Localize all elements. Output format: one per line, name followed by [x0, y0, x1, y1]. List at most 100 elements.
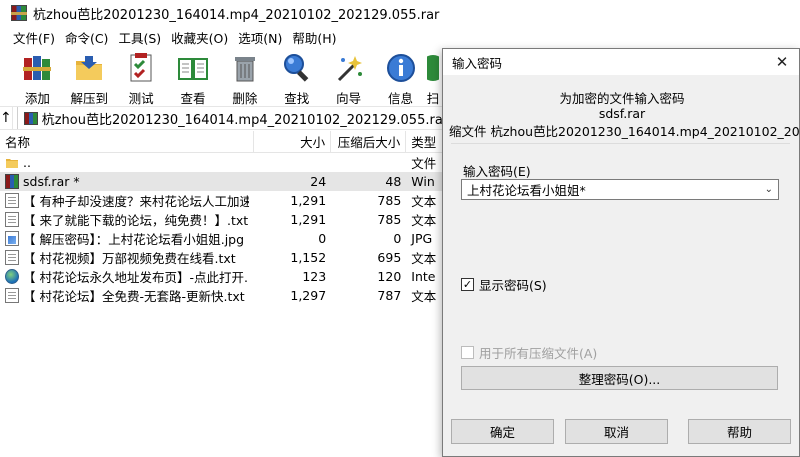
- delete-trash-icon: [228, 52, 262, 84]
- file-name-cell: 【 来了就能下载的论坛，纯免费！】.txt: [0, 210, 254, 229]
- dialog-title: 输入密码: [452, 55, 503, 71]
- rar-file-icon: [5, 174, 19, 189]
- txt-file-icon: [5, 250, 19, 265]
- extract-to-label: 解压到: [70, 91, 109, 106]
- jpg-file-icon: [5, 231, 19, 246]
- file-name: sdsf.rar *: [23, 174, 80, 189]
- path-field[interactable]: 杭zhou芭比20201230_164014.mp4_20210102_2021…: [16, 107, 488, 129]
- delete-button[interactable]: 删除: [220, 49, 271, 106]
- file-packed-cell: 695: [377, 250, 402, 265]
- encrypted-filename: sdsf.rar: [598, 106, 646, 121]
- delete-label: 删除: [232, 91, 258, 106]
- column-name-header[interactable]: 名称: [0, 131, 255, 153]
- file-size-cell: 24: [310, 174, 327, 189]
- test-checklist-icon: [124, 52, 158, 84]
- extract-folder-icon: [72, 52, 106, 84]
- file-rows: .. 文件 sdsf.rar * 24 48 Win 【 有种子却没速度？来村花论坛人工加速…: [0, 153, 445, 305]
- table-row[interactable]: 【 村花论坛】全免费-无套路-更新快.txt 1,297 787 文本: [0, 286, 445, 305]
- column-packed-header[interactable]: 压缩后大小: [331, 131, 407, 153]
- cancel-button[interactable]: 取消: [565, 419, 668, 444]
- file-name: 【 村花论坛永久地址发布页】-点此打开.url: [23, 270, 250, 285]
- password-dialog: 输入密码 ✕ 为加密的文件输入密码 sdsf.rar 缩文件 杭zhou芭比20…: [442, 48, 800, 457]
- table-row[interactable]: .. 文件: [0, 153, 445, 172]
- file-size-cell: 1,152: [290, 250, 327, 265]
- file-type-cell: 文本: [411, 194, 437, 209]
- file-name: 【 解压密码】：上村花论坛看小姐姐.jpg: [23, 232, 245, 247]
- file-packed-cell: 120: [377, 269, 402, 284]
- file-name-cell: 【 有种子却没速度？来村花论坛人工加速】....: [0, 191, 254, 210]
- file-size-cell: 1,297: [290, 288, 327, 303]
- file-name: 【 来了就能下载的论坛，纯免费！】.txt: [23, 213, 249, 228]
- window-title: 杭zhou芭比20201230_164014.mp4_20210102_2021…: [33, 7, 440, 23]
- file-packed-cell: 0: [393, 231, 402, 246]
- file-name: 【 有种子却没速度？来村花论坛人工加速】....: [23, 194, 250, 209]
- file-packed-cell: 48: [385, 174, 402, 189]
- table-row[interactable]: sdsf.rar * 24 48 Win: [0, 172, 445, 191]
- table-row[interactable]: 【 解压密码】：上村花论坛看小姐姐.jpg 0 0 JPG: [0, 229, 445, 248]
- file-type-cell: 文本: [411, 251, 437, 266]
- list-header: 名称 大小 压缩后大小 类型: [0, 131, 445, 153]
- show-password-option[interactable]: ✓ 显示密码(S): [461, 275, 547, 294]
- menu-tools[interactable]: 工具(S): [113, 28, 166, 47]
- menu-file[interactable]: 文件(F): [8, 28, 60, 47]
- archive-path: 缩文件 杭zhou芭比20201230_164014.mp4_20210102_…: [449, 124, 799, 139]
- view-book-icon: [176, 52, 210, 84]
- column-type-header[interactable]: 类型: [406, 131, 445, 153]
- organize-passwords-button[interactable]: 整理密码(O)...: [461, 366, 778, 390]
- info-label: 信息: [388, 91, 414, 106]
- wizard-label: 向导: [336, 91, 362, 106]
- scan-button[interactable]: 扫: [427, 49, 439, 105]
- title-bar: 杭zhou芭比20201230_164014.mp4_20210102_2021…: [0, 0, 800, 26]
- help-button[interactable]: 帮助: [688, 419, 791, 444]
- dialog-caption: 为加密的文件输入密码: [559, 91, 685, 106]
- test-label: 测试: [128, 91, 154, 106]
- all-archives-option[interactable]: 用于所有压缩文件(A): [461, 343, 597, 362]
- file-type-cell: 文件: [411, 156, 437, 171]
- ok-button[interactable]: 确定: [451, 419, 554, 444]
- file-name-cell: 【 解压密码】：上村花论坛看小姐姐.jpg: [0, 229, 254, 248]
- toolbar: 添加 解压到 测试 查看 删除 查找 向导 信息 扫: [0, 49, 440, 106]
- extract-to-button[interactable]: 解压到: [64, 49, 115, 106]
- file-packed-cell: 785: [377, 212, 402, 227]
- file-type-cell: JPG: [411, 231, 433, 246]
- scan-label: 扫: [427, 91, 439, 105]
- file-size-cell: 0: [318, 231, 327, 246]
- file-name: 【 村花论坛】全免费-无套路-更新快.txt: [23, 289, 245, 304]
- file-packed-cell: 787: [377, 288, 402, 303]
- table-row[interactable]: 【 村花视频】万部视频免费在线看.txt 1,152 695 文本: [0, 248, 445, 267]
- file-name-cell: 【 村花视频】万部视频免费在线看.txt: [0, 248, 254, 267]
- table-row[interactable]: 【 有种子却没速度？来村花论坛人工加速】.... 1,291 785 文本: [0, 191, 445, 210]
- menu-options[interactable]: 选项(N): [233, 28, 287, 47]
- view-label: 查看: [180, 91, 206, 106]
- file-name-cell: sdsf.rar *: [0, 174, 254, 189]
- menu-help[interactable]: 帮助(H): [287, 28, 341, 47]
- all-archives-label: 用于所有压缩文件(A): [479, 346, 598, 361]
- wizard-button[interactable]: 向导: [323, 49, 374, 106]
- all-archives-checkbox[interactable]: [461, 346, 474, 359]
- up-arrow-icon: ↑: [0, 110, 12, 126]
- txt-file-icon: [5, 193, 19, 208]
- chevron-down-icon[interactable]: ⌄: [765, 184, 773, 195]
- rar-archive-icon: [23, 111, 38, 125]
- close-icon[interactable]: ✕: [765, 49, 799, 75]
- add-button[interactable]: 添加: [12, 49, 63, 106]
- password-combobox[interactable]: 上村花论坛看小姐姐* ⌄: [461, 179, 779, 200]
- show-password-checkbox[interactable]: ✓: [461, 278, 474, 291]
- table-row[interactable]: 【 来了就能下载的论坛，纯免费！】.txt 1,291 785 文本: [0, 210, 445, 229]
- path-bar: ↑ 杭zhou芭比20201230_164014.mp4_20210102_20…: [0, 106, 488, 130]
- menu-command[interactable]: 命令(C): [60, 28, 113, 47]
- file-size-cell: 1,291: [290, 212, 327, 227]
- path-text: 杭zhou芭比20201230_164014.mp4_20210102_2021…: [41, 112, 488, 128]
- find-button[interactable]: 查找: [271, 49, 322, 106]
- table-row[interactable]: 【 村花论坛永久地址发布页】-点此打开.url 123 120 Inte: [0, 267, 445, 286]
- test-button[interactable]: 测试: [116, 49, 167, 106]
- find-label: 查找: [284, 91, 310, 106]
- column-size-header[interactable]: 大小: [254, 131, 332, 153]
- file-name-cell: 【 村花论坛永久地址发布页】-点此打开.url: [0, 267, 254, 286]
- file-type-cell: 文本: [411, 289, 437, 304]
- parent-folder-icon: [5, 155, 19, 170]
- menu-favorites[interactable]: 收藏夹(O): [166, 28, 233, 47]
- info-button[interactable]: 信息: [375, 49, 426, 106]
- up-arrow-button[interactable]: ↑: [0, 107, 13, 129]
- view-button[interactable]: 查看: [168, 49, 219, 106]
